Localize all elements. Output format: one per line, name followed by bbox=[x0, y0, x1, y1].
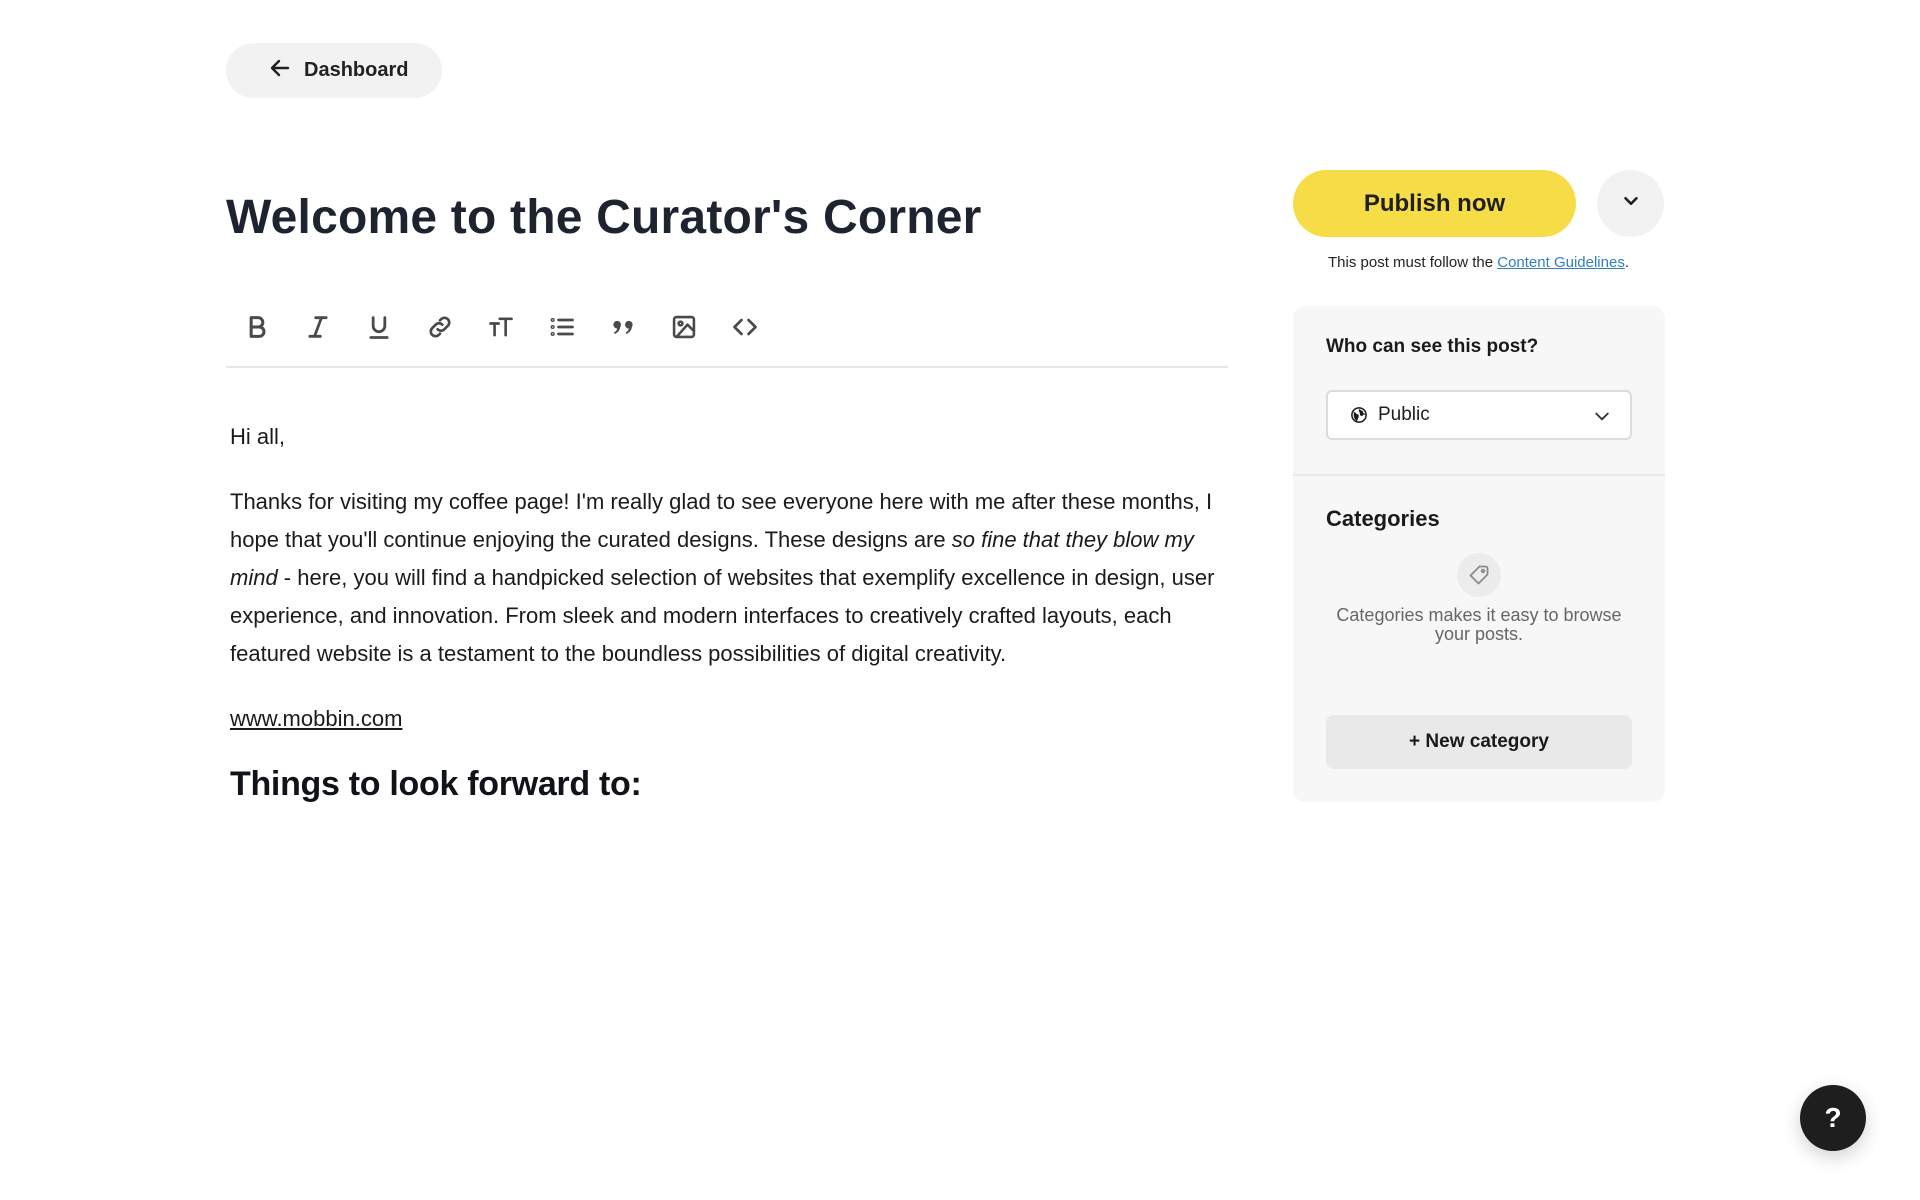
intro-paragraph: Thanks for visiting my coffee page! I'm … bbox=[230, 483, 1230, 673]
visibility-label: Who can see this post? bbox=[1326, 336, 1539, 357]
post-settings-panel: Who can see this post? Public Categories… bbox=[1293, 306, 1665, 802]
post-body-editor[interactable]: Hi all, Thanks for visiting my coffee pa… bbox=[230, 418, 1230, 803]
list-icon[interactable] bbox=[531, 306, 592, 348]
new-category-button[interactable]: + New category bbox=[1326, 715, 1632, 769]
back-button-label: Dashboard bbox=[304, 59, 409, 81]
chevron-down-icon bbox=[1620, 190, 1642, 217]
visibility-value: Public bbox=[1378, 404, 1430, 425]
website-link[interactable]: www.mobbin.com bbox=[230, 706, 402, 731]
guidelines-notice: This post must follow the Content Guidel… bbox=[1293, 254, 1664, 271]
link-icon[interactable] bbox=[409, 306, 470, 348]
text-size-icon[interactable] bbox=[470, 306, 531, 348]
post-title[interactable]: Welcome to the Curator's Corner bbox=[226, 190, 982, 245]
bold-icon[interactable] bbox=[226, 306, 287, 348]
image-icon[interactable] bbox=[653, 306, 714, 348]
back-to-dashboard-button[interactable]: Dashboard bbox=[226, 43, 442, 98]
categories-heading: Categories bbox=[1326, 506, 1440, 531]
panel-divider bbox=[1293, 474, 1665, 476]
post-editor-page: Dashboard Welcome to the Curator's Corne… bbox=[0, 0, 1920, 1200]
tag-icon bbox=[1457, 553, 1501, 597]
italic-icon[interactable] bbox=[287, 306, 348, 348]
code-icon[interactable] bbox=[714, 306, 775, 348]
globe-icon bbox=[1350, 406, 1368, 424]
formatting-toolbar bbox=[226, 306, 1228, 368]
greeting-paragraph: Hi all, bbox=[230, 424, 286, 449]
help-button[interactable]: ? bbox=[1800, 1085, 1866, 1151]
chevron-down-icon bbox=[1592, 406, 1612, 426]
publish-now-button[interactable]: Publish now bbox=[1293, 170, 1576, 237]
categories-empty-text: Categories makes it easy to browse your … bbox=[1336, 605, 1622, 644]
underline-icon[interactable] bbox=[348, 306, 409, 348]
publish-options-button[interactable] bbox=[1597, 170, 1664, 237]
intro-text-part2: - here, you will find a handpicked selec… bbox=[230, 565, 1215, 666]
content-subheading: Things to look forward to: bbox=[230, 765, 642, 803]
visibility-select[interactable]: Public bbox=[1326, 390, 1632, 440]
arrow-left-icon bbox=[268, 56, 292, 86]
content-guidelines-link[interactable]: Content Guidelines bbox=[1497, 254, 1625, 271]
guidelines-prefix: This post must follow the bbox=[1328, 254, 1498, 271]
guidelines-suffix: . bbox=[1624, 254, 1629, 271]
quote-icon[interactable] bbox=[592, 306, 653, 348]
